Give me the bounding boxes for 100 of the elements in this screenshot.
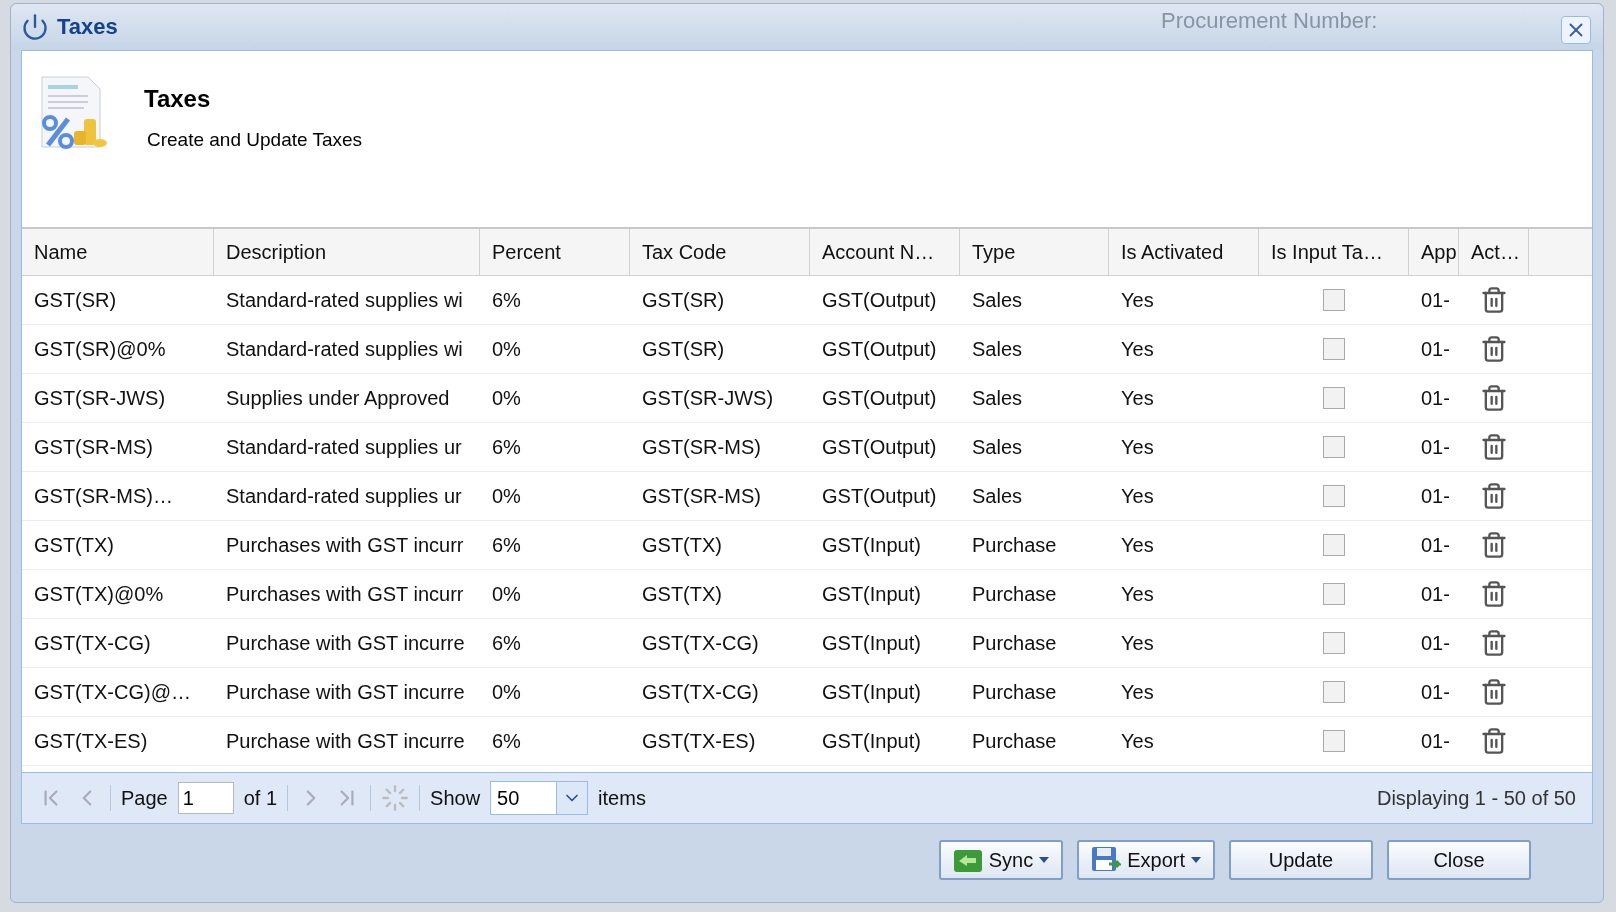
- window-title: Taxes: [57, 14, 118, 40]
- table-cell-text: Purchase: [971, 532, 1058, 558]
- table-cell-text: GST(TX)@0%: [33, 581, 165, 607]
- trash-icon[interactable]: [1480, 384, 1508, 412]
- column-header[interactable]: Percent: [480, 229, 630, 275]
- table-cell-text: Yes: [1120, 434, 1155, 460]
- page-label: Page: [121, 786, 168, 810]
- table-cell-text: 01-: [1420, 630, 1451, 656]
- trash-icon[interactable]: [1480, 678, 1508, 706]
- table-cell-text: GST(Output): [821, 385, 938, 411]
- table-cell-text: Purchase: [971, 630, 1058, 656]
- table-cell-text: GST(SR): [33, 287, 118, 313]
- document-icon: [38, 75, 110, 151]
- checkbox[interactable]: [1323, 534, 1345, 556]
- header-subtitle: Create and Update Taxes: [147, 129, 363, 151]
- checkbox[interactable]: [1323, 436, 1345, 458]
- table-cell-text: Yes: [1120, 630, 1155, 656]
- column-header[interactable]: Type: [960, 229, 1109, 275]
- trash-icon[interactable]: [1480, 727, 1508, 755]
- table-cell-text: 01-: [1420, 336, 1451, 362]
- table-cell-text: Purchase with GST incurre: [225, 630, 466, 656]
- checkbox[interactable]: [1323, 632, 1345, 654]
- trash-icon[interactable]: [1480, 531, 1508, 559]
- checkbox[interactable]: [1323, 583, 1345, 605]
- column-header[interactable]: Description: [214, 229, 480, 275]
- table-cell-text: GST(Output): [821, 483, 938, 509]
- column-header[interactable]: Account N…: [810, 229, 960, 275]
- table-cell-text: GST(SR-MS): [33, 434, 154, 460]
- table-cell-text: GST(TX-ES): [641, 728, 757, 754]
- show-label: Show: [430, 786, 481, 810]
- table-cell-text: 01-: [1420, 434, 1451, 460]
- table-cell-text: Yes: [1120, 336, 1155, 362]
- trash-icon[interactable]: [1480, 335, 1508, 363]
- close-button[interactable]: [1561, 16, 1591, 44]
- checkbox[interactable]: [1323, 387, 1345, 409]
- table-cell-text: GST(TX-ES): [33, 728, 149, 754]
- table-cell-text: Purchase: [971, 679, 1058, 705]
- dialog-button[interactable]: Close: [1387, 840, 1531, 880]
- table-cell-text: 6%: [491, 434, 522, 460]
- table-cell-text: Yes: [1120, 728, 1155, 754]
- checkbox[interactable]: [1323, 681, 1345, 703]
- arrows-icon: [952, 847, 983, 873]
- trash-icon[interactable]: [1480, 286, 1508, 314]
- page-field[interactable]: 1: [177, 782, 234, 814]
- column-header[interactable]: Tax Code: [630, 229, 810, 275]
- header-title: Taxes: [144, 85, 212, 113]
- table-cell-text: Sales: [971, 287, 1024, 313]
- table-cell-text: Supplies under Approved: [225, 385, 451, 411]
- column-header[interactable]: Act…: [1459, 229, 1529, 275]
- table-cell-text: Standard-rated supplies wi: [225, 287, 464, 313]
- background-label: Procurement Number:: [1161, 8, 1378, 34]
- table-cell-text: GST(SR): [641, 336, 726, 362]
- floppy-disk-icon: [1091, 846, 1122, 874]
- table-cell-text: GST(Input): [821, 630, 922, 656]
- table-cell-text: GST(SR-MS)…: [33, 483, 174, 509]
- table-cell-text: GST(SR-JWS): [641, 385, 775, 411]
- table-cell-text: 6%: [491, 630, 522, 656]
- table-cell-text: Purchases with GST incurr: [225, 532, 465, 558]
- table-cell-text: 6%: [491, 532, 522, 558]
- column-header[interactable]: App: [1409, 229, 1459, 275]
- table-cell-text: Purchase with GST incurre: [225, 728, 466, 754]
- column-header[interactable]: Is Activated: [1109, 229, 1259, 275]
- table-cell-text: Sales: [971, 434, 1024, 460]
- table-cell-text: 6%: [491, 728, 522, 754]
- refresh-icon[interactable]: [381, 784, 410, 812]
- table-cell-text: GST(Input): [821, 532, 922, 558]
- checkbox[interactable]: [1323, 730, 1345, 752]
- table-cell-text: 01-: [1420, 679, 1451, 705]
- table-cell-text: Standard-rated supplies ur: [225, 434, 463, 460]
- trash-icon[interactable]: [1480, 482, 1508, 510]
- table-cell-text: 01-: [1420, 287, 1451, 313]
- trash-icon[interactable]: [1480, 629, 1508, 657]
- table-cell-text: 0%: [491, 581, 522, 607]
- table-cell-text: Yes: [1120, 581, 1155, 607]
- table-cell-text: GST(SR-MS): [641, 483, 762, 509]
- table-cell-text: Yes: [1120, 287, 1155, 313]
- table-cell-text: GST(Input): [821, 728, 922, 754]
- dialog-button[interactable]: Update: [1229, 840, 1373, 880]
- trash-icon[interactable]: [1480, 580, 1508, 608]
- table-cell-text: GST(Input): [821, 581, 922, 607]
- column-header[interactable]: Is Input Ta…: [1259, 229, 1409, 275]
- table-cell-text: Purchase: [971, 728, 1058, 754]
- column-header[interactable]: Name: [22, 229, 214, 275]
- trash-icon[interactable]: [1480, 433, 1508, 461]
- table-cell-text: GST(SR-MS): [641, 434, 762, 460]
- page-size-field[interactable]: 50: [490, 781, 557, 815]
- menu-button[interactable]: Export: [1077, 840, 1215, 880]
- table-cell-text: Purchase with GST incurre: [225, 679, 466, 705]
- dropdown-button[interactable]: [556, 781, 589, 815]
- table-cell-text: 01-: [1420, 581, 1451, 607]
- table-cell-text: GST(SR-JWS): [33, 385, 167, 411]
- table-cell-text: GST(TX-CG): [33, 630, 152, 656]
- checkbox[interactable]: [1323, 289, 1345, 311]
- checkbox[interactable]: [1323, 338, 1345, 360]
- table-cell-text: 0%: [491, 483, 522, 509]
- table-cell-text: 01-: [1420, 385, 1451, 411]
- power-icon: [21, 13, 49, 41]
- checkbox[interactable]: [1323, 485, 1345, 507]
- menu-button[interactable]: Sync: [938, 840, 1064, 880]
- caret-icon: [1039, 857, 1050, 863]
